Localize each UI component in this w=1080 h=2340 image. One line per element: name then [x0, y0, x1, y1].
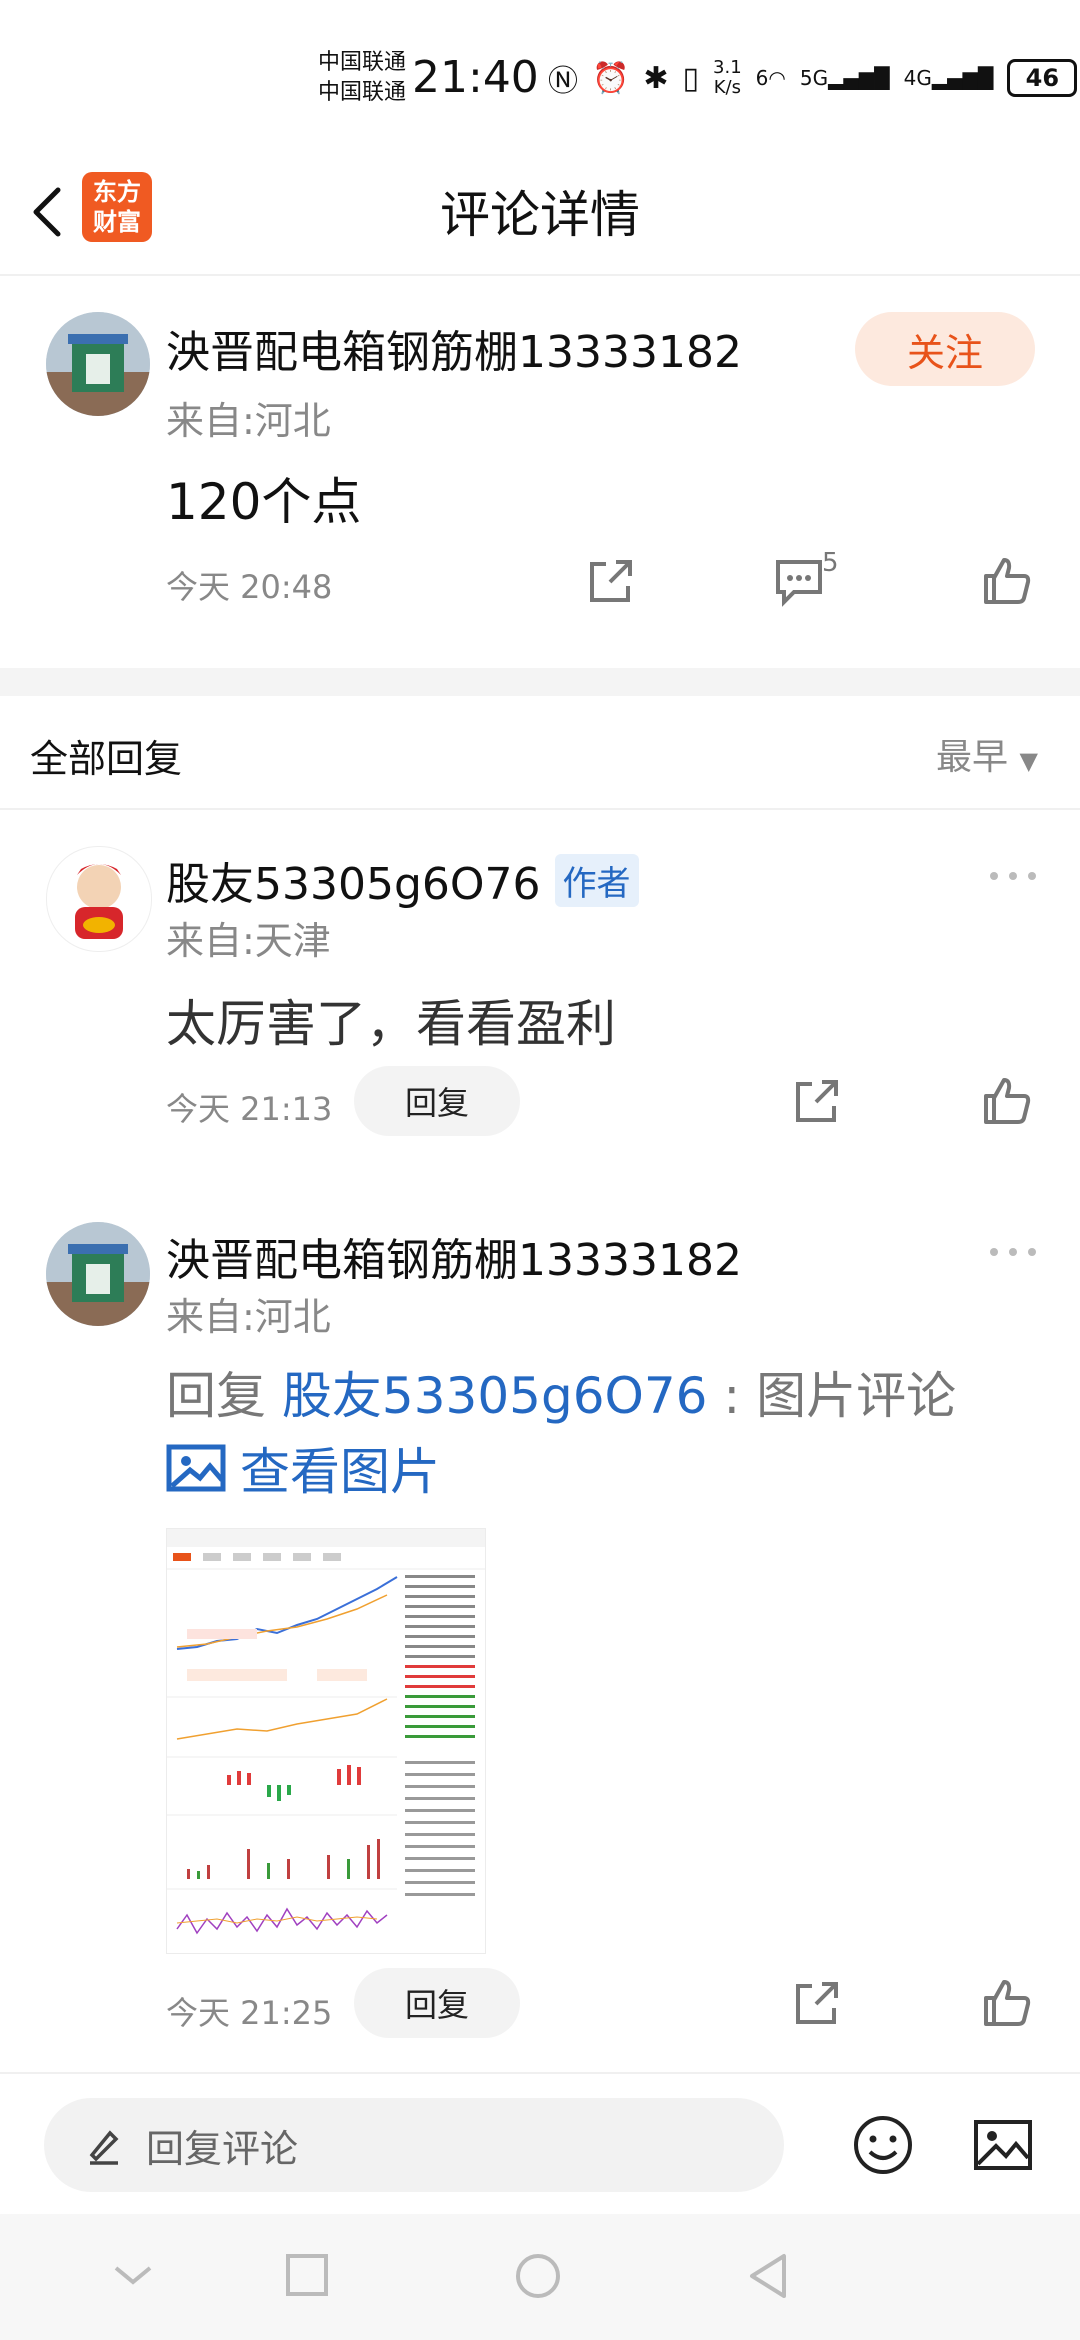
- reply-button[interactable]: 回复: [354, 1968, 520, 2038]
- status-icons: Ⓝ ⏰ ✱ ▯ 3.1 K/s 6◠ 5G▂▄▆█ 4G▂▄▆█ 46: [548, 56, 1078, 100]
- pencil-icon: [89, 2130, 119, 2165]
- reply-username[interactable]: 泱晋配电箱钢筋棚13333182: [166, 1224, 742, 1288]
- battery-icon: 46: [1007, 59, 1078, 97]
- share-icon[interactable]: [790, 1976, 844, 2030]
- section-gap: [0, 668, 1080, 696]
- more-icon[interactable]: [986, 866, 1040, 886]
- post-time: 今天 20:48: [166, 568, 333, 606]
- share-icon[interactable]: [584, 554, 638, 608]
- nav-back-icon[interactable]: [744, 2252, 792, 2300]
- system-nav-bar: [0, 2214, 1080, 2340]
- reply-comment-input[interactable]: 回复评论: [44, 2098, 784, 2192]
- reply-location: 来自:河北: [166, 1295, 331, 1339]
- carrier-labels: 中国联通 中国联通: [318, 48, 406, 108]
- clock: 21:40: [412, 52, 539, 103]
- comment-count: 5: [822, 548, 839, 578]
- follow-button[interactable]: 关注: [855, 312, 1035, 386]
- replies-divider: [0, 808, 1080, 810]
- signal-4g-icon: 4G▂▄▆█: [903, 66, 994, 90]
- bluetooth-icon: ✱: [643, 60, 669, 96]
- post-username[interactable]: 泱晋配电箱钢筋棚13333182: [166, 316, 742, 380]
- nav-down-icon[interactable]: [110, 2260, 156, 2290]
- carrier-2: 中国联通: [318, 80, 407, 105]
- input-placeholder: 回复评论: [146, 2126, 299, 2171]
- post-content: 120个点: [166, 473, 362, 531]
- image-picker-icon[interactable]: [972, 2114, 1034, 2176]
- wifi-icon: 6◠: [755, 66, 786, 90]
- bottom-divider: [0, 2072, 1080, 2074]
- more-icon[interactable]: [986, 1242, 1040, 1262]
- like-icon[interactable]: [980, 1074, 1034, 1128]
- image-icon: [166, 1444, 226, 1492]
- reply-content: 回复 股友53305g6O76 : 图片评论: [166, 1367, 957, 1425]
- net-speed: 3.1 K/s: [713, 57, 742, 98]
- reply-content: 太厉害了，看看盈利: [166, 995, 616, 1053]
- sort-dropdown[interactable]: 最早 ▼: [936, 728, 1038, 780]
- attached-image-thumbnail[interactable]: [166, 1528, 486, 1954]
- mention-link[interactable]: 股友53305g6O76: [282, 1367, 708, 1425]
- reply-time: 今天 21:25: [166, 1994, 333, 2032]
- avatar[interactable]: [46, 312, 150, 416]
- reply-1-header: 股友53305g6O76 作者: [166, 848, 639, 912]
- view-image-link[interactable]: 查看图片: [166, 1432, 440, 1504]
- author-badge: 作者: [554, 853, 639, 907]
- reply-location: 来自:天津: [166, 919, 331, 963]
- caret-down-icon: ▼: [1019, 747, 1038, 775]
- page-title: 评论详情: [440, 186, 640, 244]
- nav-home-icon[interactable]: [514, 2252, 562, 2300]
- stock-chart-image: [167, 1529, 485, 1953]
- vibrate-icon: ▯: [682, 60, 700, 96]
- status-bar: 中国联通 中国联通 21:40 Ⓝ ⏰ ✱ ▯ 3.1 K/s 6◠ 5G▂▄▆…: [0, 0, 1080, 150]
- nfc-icon: Ⓝ: [548, 64, 578, 99]
- reply-username[interactable]: 股友53305g6O76: [166, 848, 541, 912]
- post-location: 来自:河北: [166, 399, 331, 443]
- reply-avatar[interactable]: [46, 846, 152, 952]
- alarm-icon: ⏰: [592, 60, 630, 96]
- nav-recents-icon[interactable]: [284, 2252, 330, 2298]
- share-icon[interactable]: [790, 1074, 844, 1128]
- carrier-1: 中国联通: [318, 50, 407, 75]
- comment-icon[interactable]: [772, 554, 826, 608]
- reply-button[interactable]: 回复: [354, 1066, 520, 1136]
- reply-avatar[interactable]: [46, 1222, 150, 1326]
- like-icon[interactable]: [980, 1976, 1034, 2030]
- signal-5g-icon: 5G▂▄▆█: [799, 66, 890, 90]
- like-icon[interactable]: [980, 554, 1034, 608]
- reply-time: 今天 21:13: [166, 1090, 333, 1128]
- replies-title: 全部回复: [30, 737, 183, 781]
- header-divider: [0, 274, 1080, 276]
- emoji-icon[interactable]: [852, 2114, 914, 2176]
